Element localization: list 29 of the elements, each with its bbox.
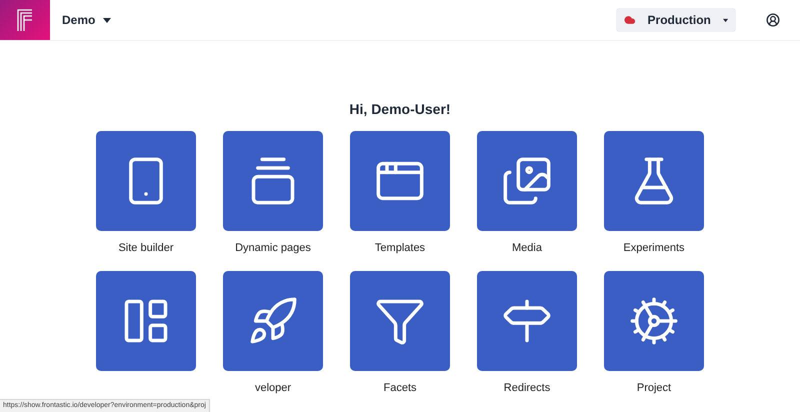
tile-button[interactable] — [96, 131, 196, 231]
tile-button[interactable] — [350, 271, 450, 371]
logo-icon — [17, 9, 33, 31]
tile-button[interactable] — [96, 271, 196, 371]
tile-label[interactable]: Media — [512, 242, 542, 255]
workspace-dropdown[interactable]: Demo — [62, 9, 112, 31]
tile-label[interactable]: Facets — [383, 382, 416, 395]
tile-button[interactable] — [223, 131, 323, 231]
user-icon — [766, 13, 780, 27]
tile-label[interactable]: Redirects — [504, 382, 550, 395]
tile-label[interactable]: Site builder — [118, 242, 174, 255]
tile-label[interactable]: Templates — [374, 242, 426, 255]
tile-label[interactable]: Experiments — [623, 242, 685, 255]
logo[interactable] — [0, 0, 50, 40]
environment-dropdown[interactable]: Production — [616, 8, 736, 32]
tile-button[interactable] — [604, 131, 704, 231]
tile-button[interactable] — [477, 271, 577, 371]
tile-button[interactable] — [604, 271, 704, 371]
tile-label[interactable]: veloper — [254, 382, 292, 395]
caret-icon — [722, 18, 728, 22]
tile-button[interactable] — [350, 131, 450, 231]
tile-button[interactable] — [223, 271, 323, 371]
user-button[interactable] — [766, 13, 780, 27]
tile-label[interactable]: Project — [636, 382, 672, 395]
caret-icon — [103, 18, 112, 22]
tile-button[interactable] — [477, 131, 577, 231]
images-icon — [501, 155, 553, 207]
tile-label[interactable]: Dynamic pages — [235, 242, 311, 255]
greeting: Hi, Demo-User! — [348, 101, 452, 117]
